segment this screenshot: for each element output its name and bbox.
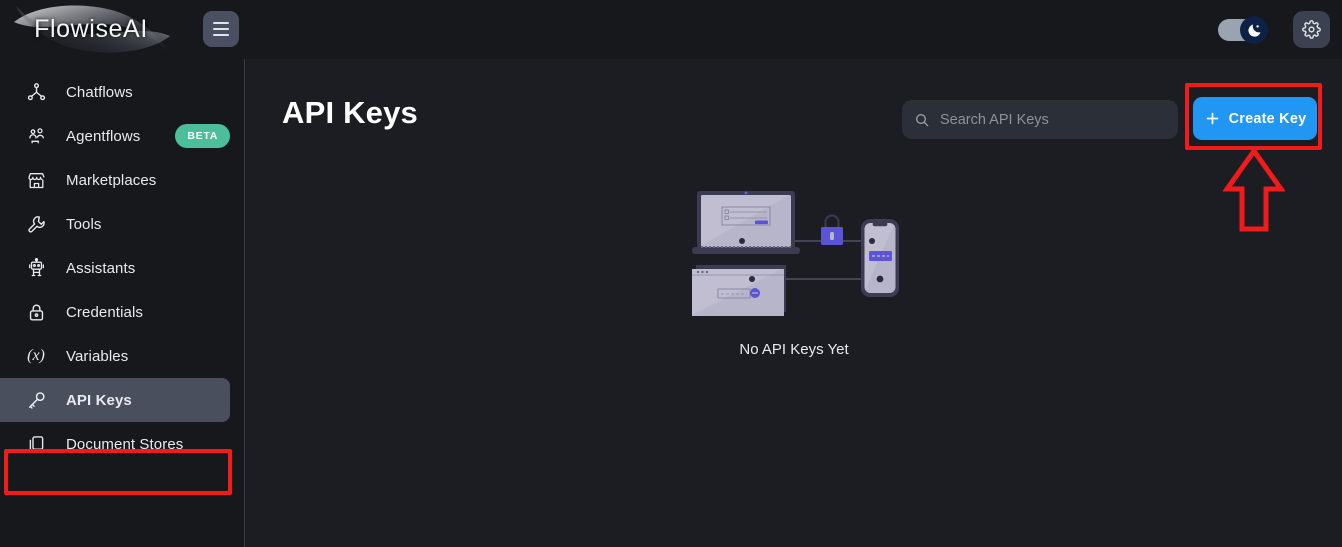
sidebar-item-label: API Keys: [66, 391, 132, 409]
gear-glyph: [1302, 20, 1321, 39]
beta-badge: BETA: [175, 124, 230, 148]
key-icon: [24, 388, 48, 412]
agents-group-icon: [24, 124, 48, 148]
hamburger-bar: [213, 28, 229, 30]
toggle-knob: [1240, 16, 1268, 44]
moon-icon: [1247, 24, 1261, 37]
main-content: API Keys Create Key: [246, 59, 1342, 547]
sidebar-item-agentflows[interactable]: Agentflows BETA: [0, 114, 230, 158]
sidebar-item-label: Variables: [66, 347, 129, 365]
sidebar-item-document-stores[interactable]: Document Stores: [0, 422, 230, 466]
sidebar-navigation: Chatflows Agentflows BETA Marketplaces T…: [0, 59, 245, 547]
plus-icon: [1206, 112, 1218, 125]
empty-state-text: No API Keys Yet: [739, 341, 849, 358]
sidebar-item-label: Agentflows: [66, 127, 141, 145]
create-key-button[interactable]: Create Key: [1193, 97, 1317, 140]
sidebar-item-credentials[interactable]: Credentials: [0, 290, 230, 334]
hamburger-bar: [213, 22, 229, 24]
sidebar-item-label: Assistants: [66, 259, 136, 277]
sidebar-item-variables[interactable]: (x) Variables: [0, 334, 230, 378]
sidebar-item-tools[interactable]: Tools: [0, 202, 230, 246]
sidebar-item-label: Marketplaces: [66, 171, 157, 189]
dark-mode-toggle[interactable]: [1218, 16, 1272, 44]
top-bar: FlowiseAI: [0, 0, 1342, 59]
empty-state: No API Keys Yet: [246, 179, 1342, 358]
sidebar-item-label: Document Stores: [66, 435, 184, 453]
sidebar-item-api-keys[interactable]: API Keys: [0, 378, 230, 422]
sidebar-item-label: Credentials: [66, 303, 143, 321]
documents-icon: [24, 432, 48, 456]
search-field[interactable]: [902, 100, 1178, 139]
create-key-label: Create Key: [1228, 110, 1307, 127]
sidebar-item-assistants[interactable]: Assistants: [0, 246, 230, 290]
search-input[interactable]: [940, 111, 1166, 128]
search-icon: [916, 113, 929, 126]
hamburger-menu-icon[interactable]: [203, 11, 239, 47]
wrench-icon: [24, 212, 48, 236]
page-title: API Keys: [282, 95, 418, 130]
lock-icon: [24, 300, 48, 324]
sidebar-item-label: Tools: [66, 215, 102, 233]
chatflow-node-icon: [24, 80, 48, 104]
variable-glyph: (x): [27, 347, 45, 364]
app-logo[interactable]: FlowiseAI: [8, 2, 174, 56]
sidebar-item-chatflows[interactable]: Chatflows: [0, 70, 230, 114]
devices-connected-with-lock-illustration: [692, 191, 899, 316]
logo-text: FlowiseAI: [34, 14, 148, 43]
gear-icon[interactable]: [1293, 11, 1330, 48]
sidebar-item-marketplaces[interactable]: Marketplaces: [0, 158, 230, 202]
hamburger-bar: [213, 34, 229, 36]
variable-x-icon: (x): [24, 344, 48, 368]
robot-icon: [24, 256, 48, 280]
sidebar-item-label: Chatflows: [66, 83, 133, 101]
storefront-icon: [24, 168, 48, 192]
